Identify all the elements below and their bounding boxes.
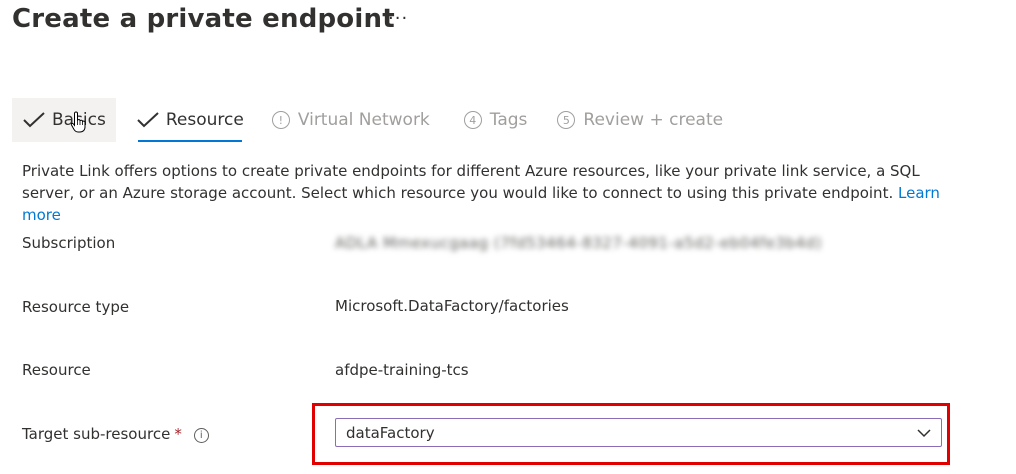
- tab-virtual-network[interactable]: ! Virtual Network: [262, 98, 440, 142]
- more-options-button[interactable]: ···: [388, 8, 408, 29]
- target-sub-resource-label: Target sub-resource: [22, 425, 171, 443]
- subscription-label: Subscription: [22, 234, 116, 252]
- tab-review-create[interactable]: 5 Review + create: [547, 98, 733, 142]
- tab-label: Virtual Network: [297, 110, 430, 130]
- resource-label: Resource: [22, 361, 91, 379]
- wizard-tabs: Basics Resource ! Virtual Network 4 Tags…: [12, 98, 733, 144]
- subscription-value: ADLA Mmexucgaag (7fd53464-8327-4091-a5d2…: [335, 234, 822, 252]
- step-number-icon: 5: [557, 111, 576, 129]
- tab-label: Review + create: [583, 110, 724, 130]
- warning-step-icon: !: [271, 111, 290, 129]
- checkmark-icon: [23, 112, 45, 128]
- resource-type-label: Resource type: [22, 298, 130, 316]
- resource-value: afdpe-training-tcs: [335, 361, 469, 379]
- tab-basics[interactable]: Basics: [12, 98, 116, 142]
- step-number-icon: 4: [463, 111, 482, 129]
- tab-label: Resource: [165, 110, 244, 130]
- hand-cursor-icon: [70, 111, 86, 133]
- dropdown-selected-value: dataFactory: [346, 423, 435, 442]
- description: Private Link offers options to create pr…: [22, 160, 962, 226]
- info-icon[interactable]: i: [193, 428, 209, 443]
- tab-label: Tags: [489, 110, 528, 130]
- target-sub-resource-dropdown[interactable]: dataFactory: [335, 418, 942, 447]
- required-marker: *: [174, 425, 182, 443]
- tab-tags[interactable]: 4 Tags: [454, 98, 538, 142]
- page-title: Create a private endpoint: [12, 4, 395, 34]
- checkmark-icon: [137, 112, 159, 128]
- tab-resource[interactable]: Resource: [126, 98, 254, 142]
- resource-type-value: Microsoft.DataFactory/factories: [335, 297, 569, 315]
- description-text: Private Link offers options to create pr…: [22, 162, 920, 202]
- target-sub-resource-label-row: Target sub-resource * i: [22, 425, 209, 443]
- chevron-down-icon: [917, 428, 931, 437]
